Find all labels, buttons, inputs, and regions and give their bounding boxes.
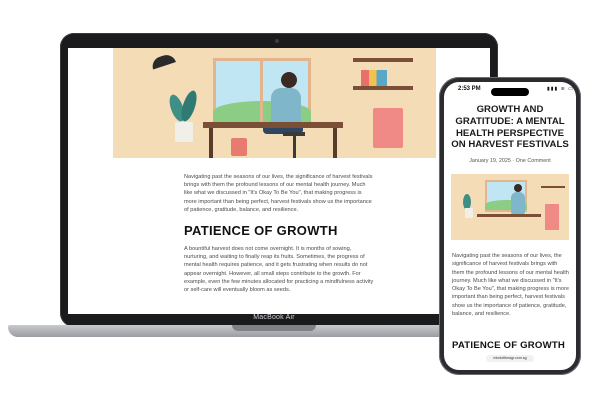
article-paragraph: Navigating past the seasons of our lives…: [184, 174, 373, 213]
address-url[interactable]: mindoftheagr.com.sg: [486, 356, 534, 360]
shelf: [353, 58, 413, 62]
webcam-icon: [275, 39, 279, 43]
window-frame: [260, 61, 263, 123]
laptop-screen: Navigating past the seasons of our lives…: [68, 48, 490, 314]
person-head: [281, 72, 297, 88]
plant-leaf: [178, 88, 200, 124]
desk: [477, 214, 541, 217]
article-paragraph: Navigating past the seasons of our lives…: [452, 253, 569, 318]
desk-leg: [333, 128, 337, 158]
plant-pot: [175, 122, 193, 142]
plant-pot: [465, 208, 473, 218]
person-head: [514, 184, 522, 192]
desk-leg: [209, 128, 213, 158]
status-icons: ▮▮▮ ≋ ▭: [547, 86, 574, 92]
dynamic-island: [491, 88, 529, 96]
shelf: [541, 186, 565, 188]
article-meta[interactable]: January 19, 2025 · One Comment: [448, 158, 572, 164]
waste-bin: [231, 138, 247, 156]
desk: [203, 122, 343, 128]
cabinet: [545, 204, 559, 230]
lamp-icon: [150, 52, 176, 70]
hero-illustration: [113, 48, 436, 158]
section-heading: PATIENCE OF GROWTH: [452, 340, 566, 351]
person-body: [511, 192, 525, 214]
shelf: [353, 86, 413, 90]
section-paragraph: A bountiful harvest does not come overni…: [184, 246, 374, 294]
chair-leg: [293, 136, 296, 158]
books: [361, 70, 387, 86]
article-title: GROWTH AND GRATITUDE: A MENTAL HEALTH PE…: [451, 104, 569, 151]
laptop-brand-label: MacBook Air: [253, 314, 295, 321]
laptop-notch: [232, 325, 316, 331]
section-heading: PATIENCE OF GROWTH: [184, 223, 338, 239]
hero-illustration: [451, 174, 569, 240]
laptop-article-body: Navigating past the seasons of our lives…: [184, 173, 374, 294]
cabinet: [373, 108, 403, 148]
status-time: 2:53 PM: [458, 86, 481, 92]
